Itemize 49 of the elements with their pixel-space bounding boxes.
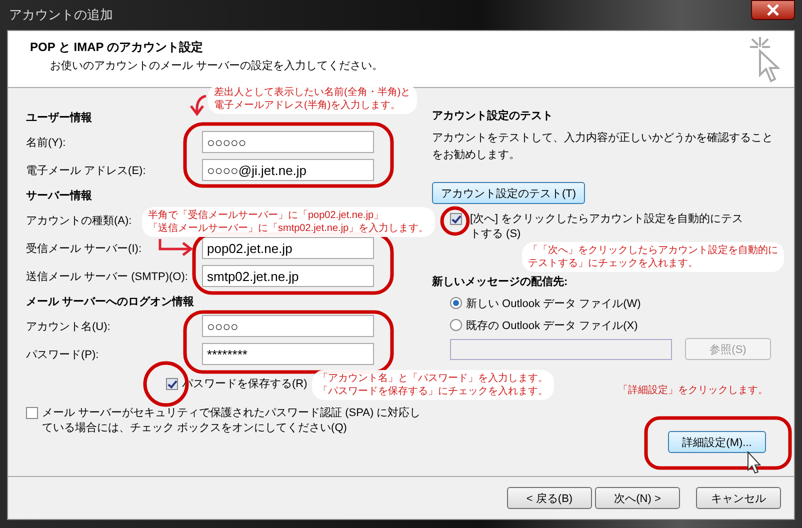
radio-label: 既存の Outlook データ ファイル(X) [466,318,638,332]
file-path-field[interactable] [450,338,672,360]
header-subtitle: お使いのアカウントのメール サーバーの設定を入力してください。 [49,58,384,73]
checkbox-label: ている場合には、チェック ボックスをオンにしてください(Q) [42,421,348,436]
input-field[interactable]: pop02.jet.ne.jp [202,237,374,259]
field-label: 電子メール アドレス(E): [26,164,147,178]
radio-label: 新しい Outlook データ ファイル(W) [466,296,641,310]
close-button[interactable] [751,0,795,20]
window-title: アカウントの追加 [8,6,113,24]
radio-button[interactable] [450,319,462,331]
field-label: アカウントの種類(A): [26,214,132,226]
field-label: アカウント名(U): [26,320,112,334]
callout-note: 「詳細設定」をクリックします。 [618,384,768,397]
input-field[interactable]: smtp02.jet.ne.jp [202,265,374,287]
test-account-button[interactable]: アカウント設定のテスト(T) [432,182,586,204]
header-title: POP と IMAP のアカウント設定 [30,39,204,56]
arrow [158,239,194,256]
section-heading: アカウント設定のテスト [432,108,553,124]
field-label: 受信メール サーバー(I): [26,242,142,254]
highlight-ring [440,206,470,236]
section-heading: メール サーバーへのログオン情報 [26,294,194,310]
arrow [190,94,206,116]
callout-note: 「「次へ」をクリックしたらアカウント設定を自動的に テストする」にチェックを入れます。 [522,242,784,272]
section-heading: 新しいメッセージの配信先: [432,274,568,290]
checkbox[interactable] [26,407,38,419]
section-heading: ユーザー情報 [26,110,92,126]
input-field[interactable]: ******** [202,343,374,365]
checkbox[interactable] [450,213,462,225]
input-field[interactable]: ○○○○ [202,315,374,337]
dialog-button[interactable]: 次へ(N) > [595,487,680,509]
dialog-button[interactable]: < 戻る(B) [507,487,592,509]
checkbox-label: メール サーバーがセキュリティで保護されたパスワード認証 (SPA) に対応し [42,406,421,421]
dialog-button[interactable]: キャンセル [696,487,781,509]
input-field[interactable]: ○○○○○ [202,131,374,153]
mouse-pointer-icon [748,450,762,474]
field-label: 送信メール サーバー (SMTP)(O): [26,270,188,282]
callout-note: 「アカウント名」と「パスワード」を入力します。 「パスワードを保存する」にチェックを入れます。 [312,370,554,400]
callout-note: 半角で「受信メールサーバー」に「pop02.jet.ne.jp」 「送信メールサーバー」に「smtp02.jet.ne.jp」を入力します。 [142,207,435,237]
close-icon [766,4,780,16]
checkbox-label: [次へ] をクリックしたらアカウント設定を自動的にテストする (S) [470,212,744,242]
more-settings-button[interactable]: 詳細設定(M)... [668,431,766,453]
radio-button[interactable] [450,297,462,309]
section-heading: サーバー情報 [26,188,92,204]
field-label: 名前(Y): [26,136,67,150]
input-field[interactable]: ○○○○@ji.jet.ne.jp [202,159,374,181]
callout-note: 差出人として表示したい名前(全角・半角)と 電子メールアドレス(半角)を入力します。 [208,84,417,114]
checkbox[interactable] [166,378,178,390]
description-text: アカウントをテストして、入力内容が正しいかどうかを確認することをお勧めします。 [432,130,774,163]
field-label: パスワード(P): [26,348,100,362]
